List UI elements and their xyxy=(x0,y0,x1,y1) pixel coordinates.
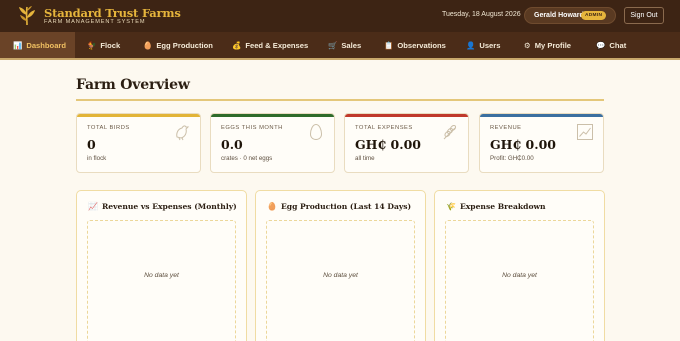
nav-my-profile[interactable]: ⚙ My Profile xyxy=(524,32,571,58)
brand-title: Standard Trust Farms xyxy=(44,6,181,20)
main-nav: 📊 Dashboard 🐓 Flock 🥚 Egg Production 💰 F… xyxy=(0,32,680,60)
stat-card-total-birds: TOTAL BIRDS 0 in flock xyxy=(76,113,201,173)
nav-flock[interactable]: 🐓 Flock xyxy=(87,32,120,58)
card-accent xyxy=(480,114,603,117)
flock-icon: 🐓 xyxy=(87,40,97,50)
chart-title: 🌾 Expense Breakdown xyxy=(446,202,546,211)
stat-card-total-expenses: TOTAL EXPENSES GH₵ 0.00 all time xyxy=(344,113,469,173)
chart-placeholder: No data yet xyxy=(87,220,236,341)
clipboard-icon: 📋 xyxy=(384,40,394,50)
chart-card-expense-breakdown: 🌾 Expense Breakdown No data yet xyxy=(434,190,605,341)
bird-icon xyxy=(176,125,190,141)
wheat-icon: 🌾 xyxy=(446,202,456,211)
stat-sub: all time xyxy=(355,155,375,162)
chat-icon: 💬 xyxy=(596,40,606,50)
user-icon: 👤 xyxy=(466,40,476,50)
app-header: Standard Trust Farms FARM MANAGEMENT SYS… xyxy=(0,0,680,32)
line-chart-icon: 📈 xyxy=(88,202,98,211)
nav-sales[interactable]: 🛒 Sales xyxy=(328,32,361,58)
card-accent xyxy=(211,114,334,117)
nav-label: Flock xyxy=(100,40,121,50)
sign-out-button[interactable]: Sign Out xyxy=(624,7,664,24)
farm-logo-icon[interactable] xyxy=(17,5,37,26)
wheat-icon xyxy=(443,124,457,140)
settings-icon: ⚙ xyxy=(524,40,531,50)
page-title: Farm Overview xyxy=(76,77,190,93)
stat-value: 0.0 xyxy=(221,137,243,152)
stat-value: 0 xyxy=(87,137,96,152)
empty-state-text: No data yet xyxy=(144,272,179,279)
nav-label: Dashboard xyxy=(26,40,67,50)
cart-icon: 🛒 xyxy=(328,40,338,50)
card-accent xyxy=(345,114,468,117)
money-bag-icon: 💰 xyxy=(232,40,242,50)
nav-egg-production[interactable]: 🥚 Egg Production xyxy=(143,32,213,58)
nav-label: Sales xyxy=(341,40,362,50)
nav-users[interactable]: 👤 Users xyxy=(466,32,500,58)
stat-label: TOTAL EXPENSES xyxy=(355,125,413,131)
stat-sub: crates · 0 net eggs xyxy=(221,155,273,162)
chart-card-egg-production: 🥚 Egg Production (Last 14 Days) No data … xyxy=(255,190,426,341)
nav-label: Observations xyxy=(397,40,446,50)
user-menu[interactable]: Gerald Howard ADMIN xyxy=(524,7,616,24)
stat-value: GH₵ 0.00 xyxy=(355,137,421,152)
empty-state-text: No data yet xyxy=(323,272,358,279)
user-name: Gerald Howard xyxy=(534,12,584,19)
nav-feed-expenses[interactable]: 💰 Feed & Expenses xyxy=(232,32,308,58)
chart-placeholder: No data yet xyxy=(266,220,415,341)
stat-label: REVENUE xyxy=(490,125,522,131)
nav-label: Egg Production xyxy=(156,40,213,50)
nav-label: Users xyxy=(479,40,501,50)
chart-title: 🥚 Egg Production (Last 14 Days) xyxy=(267,202,411,211)
chart-title-text: Revenue vs Expenses (Monthly) xyxy=(101,202,237,211)
empty-state-text: No data yet xyxy=(502,272,537,279)
nav-chat[interactable]: 💬 Chat xyxy=(596,32,626,58)
nav-label: Chat xyxy=(609,40,627,50)
stat-sub: in flock xyxy=(87,155,107,162)
chart-title-text: Expense Breakdown xyxy=(459,202,546,211)
current-date: Tuesday, 18 August 2026 xyxy=(442,11,521,18)
egg-icon: 🥚 xyxy=(267,202,277,211)
title-divider xyxy=(76,99,604,101)
egg-icon xyxy=(309,123,323,141)
card-accent xyxy=(77,114,200,117)
nav-label: Feed & Expenses xyxy=(245,40,309,50)
chart-title: 📈 Revenue vs Expenses (Monthly) xyxy=(88,202,237,211)
nav-dashboard[interactable]: 📊 Dashboard xyxy=(0,32,75,58)
stat-value: GH₵ 0.00 xyxy=(490,137,556,152)
chart-title-text: Egg Production (Last 14 Days) xyxy=(280,202,412,211)
stat-sub: Profit: GH₵0.00 xyxy=(490,155,534,162)
stat-label: EGGS THIS MONTH xyxy=(221,125,283,131)
chart-placeholder: No data yet xyxy=(445,220,594,341)
nav-label: My Profile xyxy=(534,40,572,50)
stat-label: TOTAL BIRDS xyxy=(87,125,130,131)
brand-subtitle: FARM MANAGEMENT SYSTEM xyxy=(44,19,146,25)
stat-card-revenue: REVENUE GH₵ 0.00 Profit: GH₵0.00 xyxy=(479,113,604,173)
role-badge: ADMIN xyxy=(581,11,607,20)
dashboard-icon: 📊 xyxy=(13,40,23,50)
nav-observations[interactable]: 📋 Observations xyxy=(384,32,446,58)
trend-chart-icon xyxy=(577,124,593,140)
stat-card-eggs-this-month: EGGS THIS MONTH 0.0 crates · 0 net eggs xyxy=(210,113,335,173)
egg-icon: 🥚 xyxy=(143,40,153,50)
chart-card-revenue-vs-expenses: 📈 Revenue vs Expenses (Monthly) No data … xyxy=(76,190,247,341)
